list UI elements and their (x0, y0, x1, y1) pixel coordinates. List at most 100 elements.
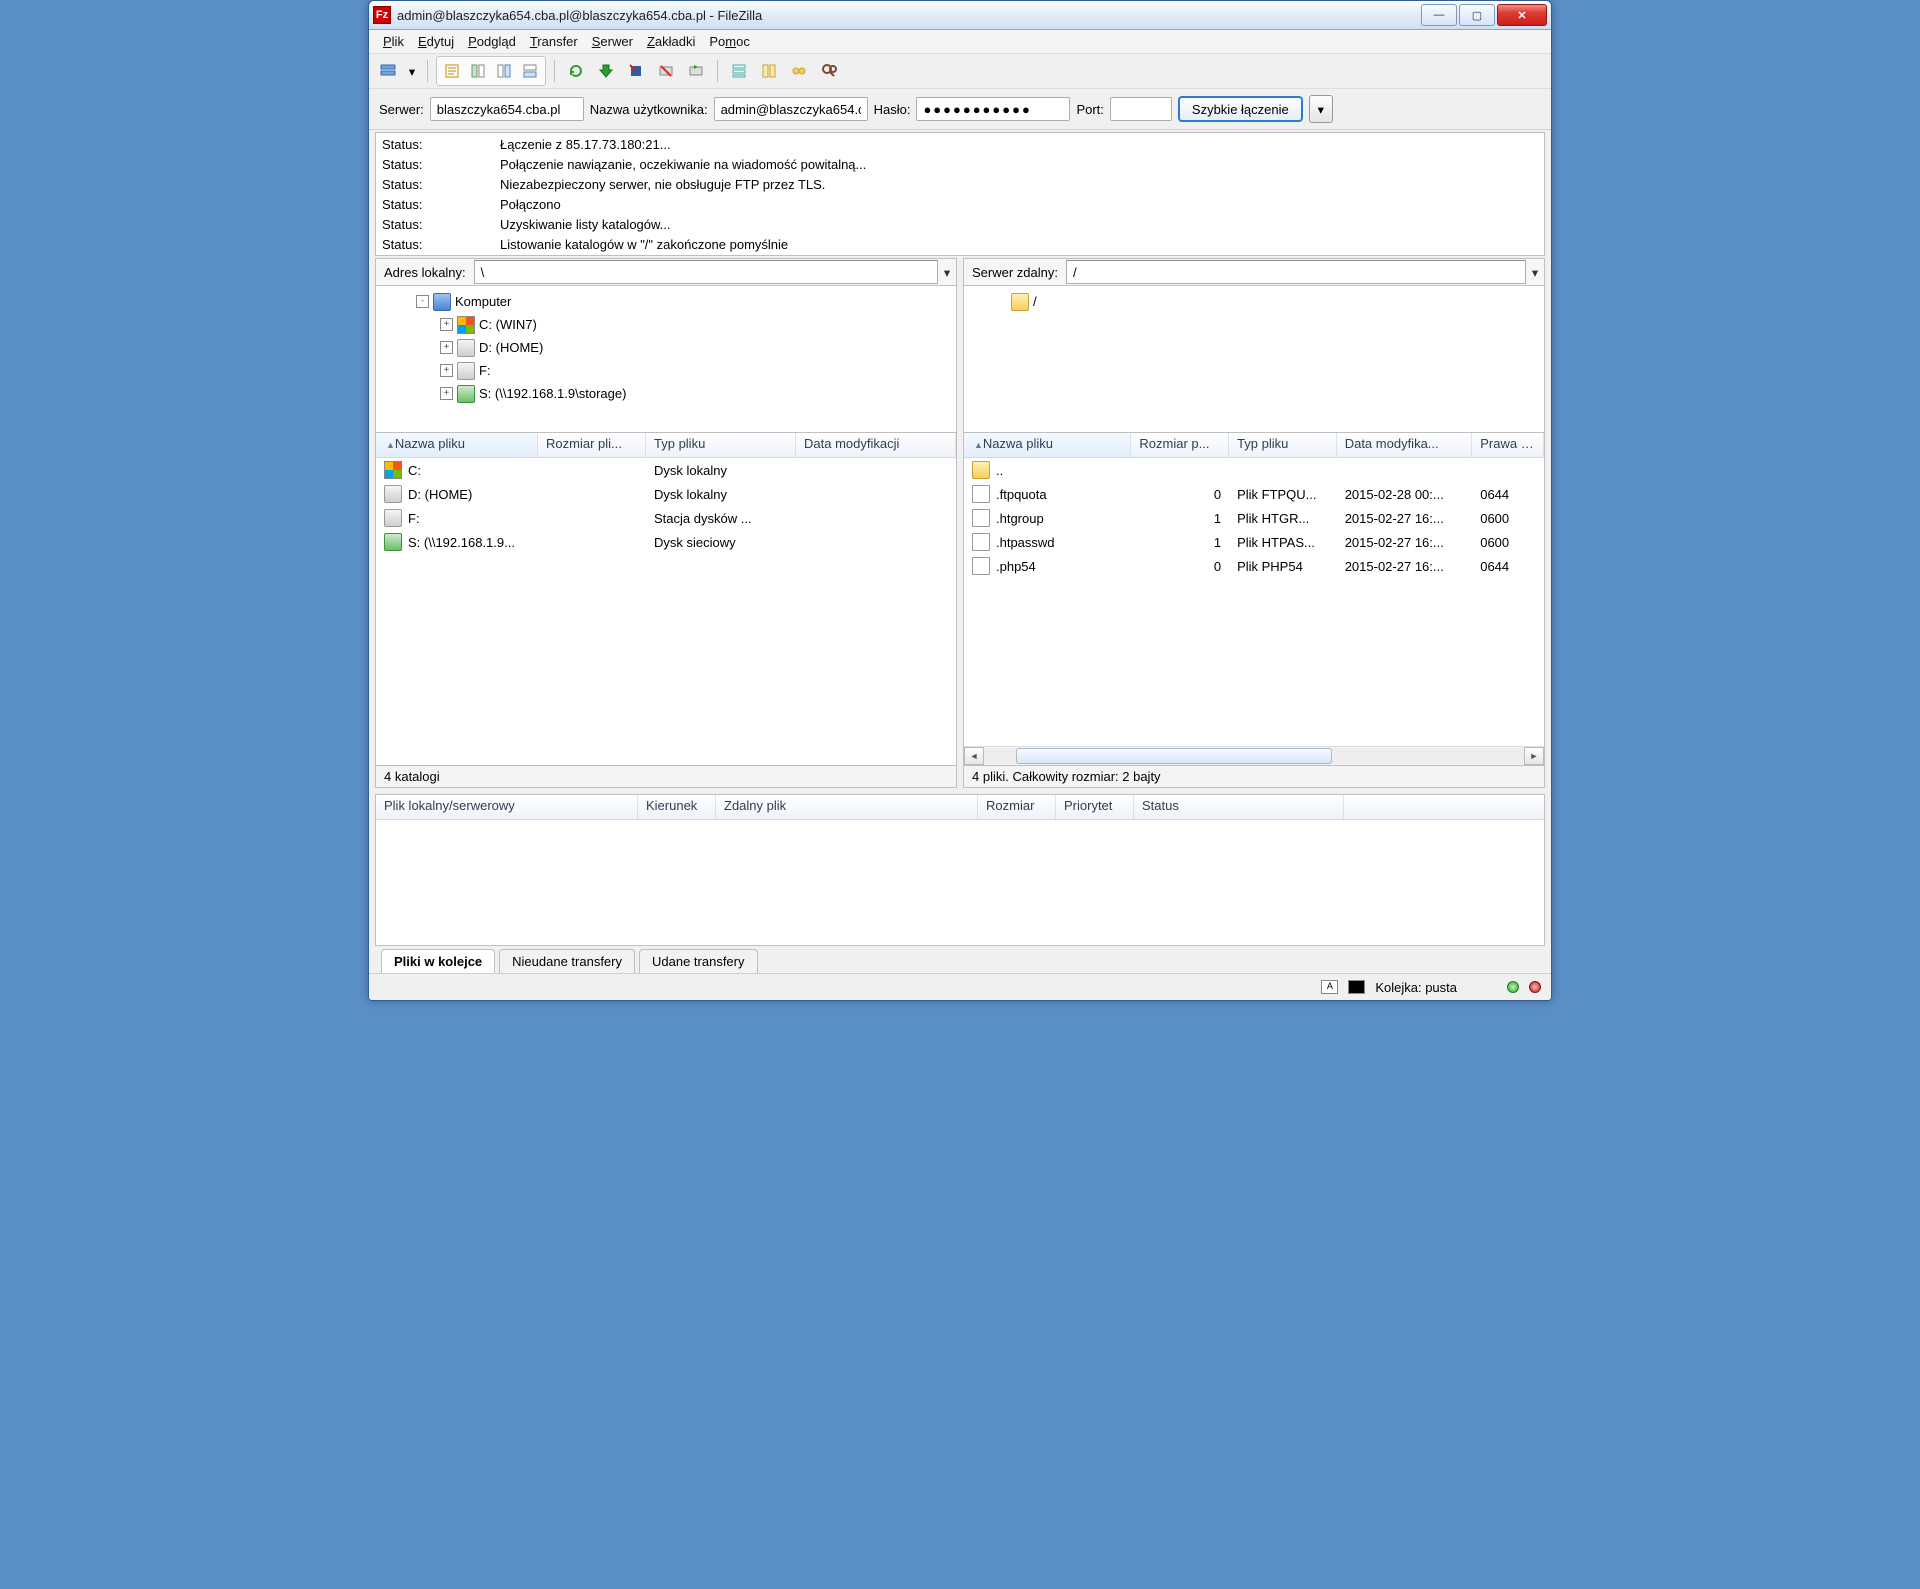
window-title: admin@blaszczyka654.cba.pl@blaszczyka654… (397, 8, 1419, 23)
remote-columns[interactable]: ▲Nazwa plikuRozmiar p...Typ plikuData mo… (964, 433, 1544, 458)
toggle-queue-button[interactable] (517, 58, 543, 84)
local-status: 4 katalogi (375, 766, 957, 788)
tree-item[interactable]: +S: (\\192.168.1.9\storage) (382, 382, 950, 405)
list-row[interactable]: S: (\\192.168.1.9...Dysk sieciowy (376, 530, 956, 554)
tree-item[interactable]: / (970, 290, 1538, 313)
column-header[interactable]: Kierunek (638, 795, 716, 819)
remote-path-bar: Serwer zdalny: / ▾ (963, 258, 1545, 286)
column-header[interactable]: ▲Nazwa pliku (376, 433, 538, 457)
list-row[interactable]: .htgroup1Plik HTGR...2015-02-27 16:...06… (964, 506, 1544, 530)
username-input[interactable] (714, 97, 868, 121)
local-columns[interactable]: ▲Nazwa plikuRozmiar pli...Typ plikuData … (376, 433, 956, 458)
filezilla-icon: Fz (373, 6, 391, 24)
minimize-button[interactable]: — (1421, 4, 1457, 26)
menu-edytuj[interactable]: Edytuj (418, 34, 454, 49)
scroll-track[interactable] (984, 748, 1524, 764)
site-manager-dropdown[interactable]: ▾ (405, 58, 419, 84)
tree-expander[interactable]: + (440, 318, 453, 331)
remote-hscrollbar[interactable]: ◄ ► (964, 746, 1544, 765)
disconnect-button[interactable] (653, 58, 679, 84)
password-input[interactable] (916, 97, 1070, 121)
maximize-button[interactable]: ▢ (1459, 4, 1495, 26)
sync-browse-button[interactable] (786, 58, 812, 84)
column-header[interactable]: Data modyfikacji (796, 433, 956, 457)
list-row[interactable]: .php540Plik PHP542015-02-27 16:...0644 (964, 554, 1544, 578)
menu-zakladki[interactable]: Zakładki (647, 34, 695, 49)
toggle-remote-tree-button[interactable] (491, 58, 517, 84)
list-row[interactable]: .ftpquota0Plik FTPQU...2015-02-28 00:...… (964, 482, 1544, 506)
tree-item[interactable]: -Komputer (382, 290, 950, 313)
title-bar[interactable]: Fz admin@blaszczyka654.cba.pl@blaszczyka… (369, 1, 1551, 30)
compare-button[interactable] (756, 58, 782, 84)
port-input[interactable] (1110, 97, 1172, 121)
remote-tree[interactable]: / (963, 286, 1545, 433)
menu-podglad[interactable]: Podgląd (468, 34, 516, 49)
quickconnect-history-dropdown[interactable]: ▾ (1309, 95, 1333, 123)
tab-failed[interactable]: Nieudane transfery (499, 949, 635, 973)
list-row[interactable]: .htpasswd1Plik HTPAS...2015-02-27 16:...… (964, 530, 1544, 554)
toggle-log-button[interactable] (439, 58, 465, 84)
tree-item[interactable]: +F: (382, 359, 950, 382)
column-header[interactable]: ▲Nazwa pliku (964, 433, 1131, 457)
tree-item[interactable]: + D: (HOME) (382, 336, 950, 359)
tree-item-label: D: (HOME) (479, 336, 543, 359)
transfer-type-indicator-icon[interactable] (1348, 980, 1365, 994)
cancel-button[interactable] (623, 58, 649, 84)
activity-send-led-icon (1507, 981, 1519, 993)
queue-tabs: Pliki w kolejce Nieudane transfery Udane… (375, 946, 1545, 973)
process-queue-button[interactable] (593, 58, 619, 84)
column-header[interactable]: Data modyfika... (1337, 433, 1473, 457)
menu-plik[interactable]: Plik (383, 34, 404, 49)
reconnect-button[interactable] (683, 58, 709, 84)
list-row[interactable]: F:Stacja dysków ... (376, 506, 956, 530)
column-header[interactable]: Prawa dos (1472, 433, 1544, 457)
menu-pomoc[interactable]: Pomoc (709, 34, 749, 49)
menu-serwer[interactable]: Serwer (592, 34, 633, 49)
remote-path-input[interactable]: / (1066, 260, 1526, 284)
column-header[interactable]: Typ pliku (646, 433, 796, 457)
column-header[interactable]: Zdalny plik (716, 795, 978, 819)
encoding-indicator-icon[interactable]: A (1321, 980, 1338, 994)
local-tree[interactable]: -Komputer+C: (WIN7)+D: (HOME)+F:+S: (\\1… (375, 286, 957, 433)
scroll-thumb[interactable] (1016, 748, 1331, 764)
local-path-dropdown[interactable]: ▾ (938, 265, 956, 280)
refresh-button[interactable] (563, 58, 589, 84)
scroll-right-button[interactable]: ► (1524, 747, 1544, 765)
filter-button[interactable] (726, 58, 752, 84)
local-path-input[interactable]: \ (474, 260, 938, 284)
tree-expander[interactable]: + (440, 341, 453, 354)
column-header[interactable]: Rozmiar (978, 795, 1056, 819)
column-header[interactable]: Typ pliku (1229, 433, 1337, 457)
file-icon (972, 509, 990, 527)
local-path-label: Adres lokalny: (376, 265, 474, 280)
message-log[interactable]: Status:Łączenie z 85.17.73.180:21...Stat… (375, 132, 1545, 256)
list-row[interactable]: C:Dysk lokalny (376, 458, 956, 482)
tree-expander[interactable]: + (440, 387, 453, 400)
column-header[interactable]: Rozmiar p... (1131, 433, 1229, 457)
column-header[interactable]: Plik lokalny/serwerowy (376, 795, 638, 819)
server-input[interactable] (430, 97, 584, 121)
tab-successful[interactable]: Udane transfery (639, 949, 758, 973)
queue-body[interactable] (376, 820, 1544, 945)
site-manager-button[interactable] (375, 58, 401, 84)
column-header[interactable]: Rozmiar pli... (538, 433, 646, 457)
column-header[interactable]: Status (1134, 795, 1344, 819)
tree-item[interactable]: +C: (WIN7) (382, 313, 950, 336)
queue-columns[interactable]: Plik lokalny/serwerowyKierunekZdalny pli… (376, 795, 1544, 820)
scroll-left-button[interactable]: ◄ (964, 747, 984, 765)
column-header[interactable]: Priorytet (1056, 795, 1134, 819)
tree-expander[interactable]: - (416, 295, 429, 308)
drive-win-icon (384, 461, 402, 479)
search-button[interactable] (816, 58, 842, 84)
remote-rows[interactable]: ...ftpquota0Plik FTPQU...2015-02-28 00:.… (964, 458, 1544, 746)
remote-path-dropdown[interactable]: ▾ (1526, 265, 1544, 280)
tab-queued[interactable]: Pliki w kolejce (381, 949, 495, 973)
close-button[interactable]: ✕ (1497, 4, 1547, 26)
toggle-local-tree-button[interactable] (465, 58, 491, 84)
list-row[interactable]: D: (HOME)Dysk lokalny (376, 482, 956, 506)
local-rows[interactable]: C:Dysk lokalnyD: (HOME)Dysk lokalnyF:Sta… (376, 458, 956, 765)
tree-expander[interactable]: + (440, 364, 453, 377)
menu-transfer[interactable]: Transfer (530, 34, 578, 49)
list-row[interactable]: .. (964, 458, 1544, 482)
quickconnect-button[interactable]: Szybkie łączenie (1178, 96, 1303, 122)
